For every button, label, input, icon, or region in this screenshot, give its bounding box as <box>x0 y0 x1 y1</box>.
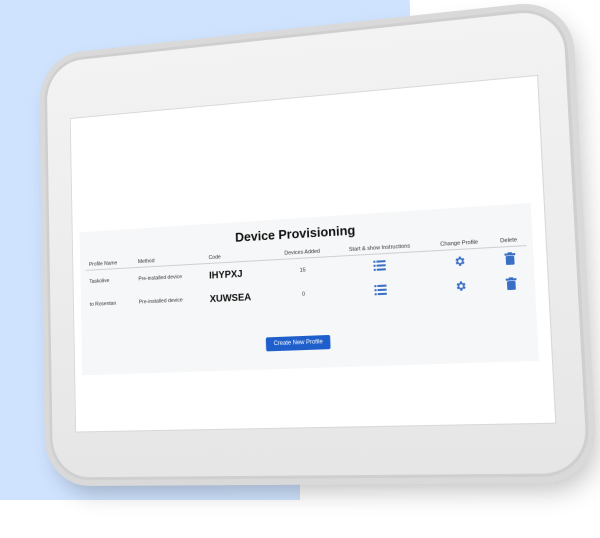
list-icon <box>374 284 388 296</box>
cell-profile-name: Taskolive <box>89 278 110 285</box>
gear-icon <box>455 280 468 293</box>
start-show-button[interactable] <box>333 276 430 305</box>
cell-code: IHYPXJ <box>208 268 243 282</box>
change-profile-button[interactable] <box>429 273 494 301</box>
stage: Device Provisioning Profile Name Method … <box>0 0 600 538</box>
create-new-profile-button[interactable]: Create New Profile <box>265 334 331 352</box>
delete-button[interactable] <box>491 246 527 273</box>
tablet-device: Device Provisioning Profile Name Method … <box>43 5 592 481</box>
delete-button[interactable] <box>493 271 529 298</box>
cell-method: Pre-installed device <box>138 297 183 306</box>
cell-method: Pre-installed device <box>138 274 183 283</box>
provisioning-panel: Device Provisioning Profile Name Method … <box>79 202 539 376</box>
gear-icon <box>453 255 466 268</box>
tablet-screen: Device Provisioning Profile Name Method … <box>69 74 557 433</box>
cell-devices-added: 15 <box>299 267 306 274</box>
trash-icon <box>503 252 515 266</box>
cell-code: XUWSEA <box>209 291 252 305</box>
change-profile-button[interactable] <box>428 248 493 277</box>
trash-icon <box>505 277 516 291</box>
cell-profile-name: to Rosentan <box>89 300 117 308</box>
list-icon <box>373 260 387 271</box>
cell-devices-added: 0 <box>301 291 306 298</box>
